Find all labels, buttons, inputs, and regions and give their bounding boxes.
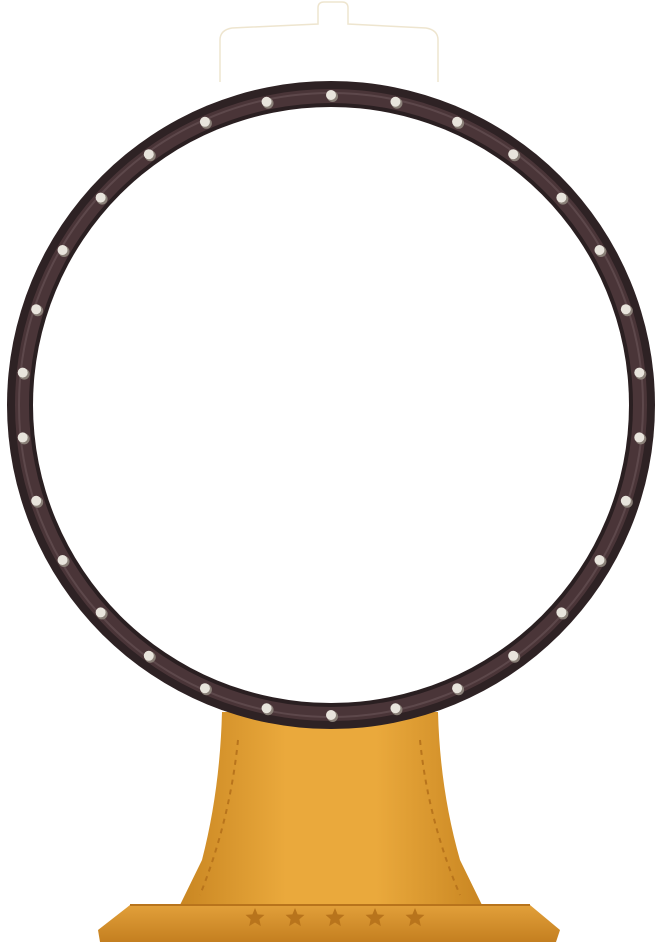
hanger-tab-icon [219,1,439,82]
gem-frame-asset [0,0,663,942]
frame-illustration [7,1,655,942]
frame-ring [7,81,655,729]
stand-base [98,904,560,942]
frame-window [33,107,629,703]
stand-body [180,712,482,905]
